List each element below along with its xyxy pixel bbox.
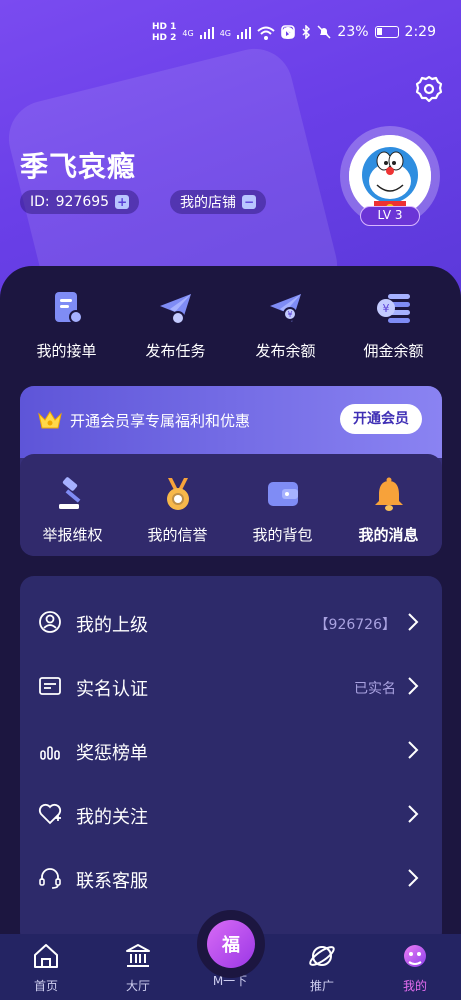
sub-action-report[interactable]: 举报维权 — [20, 476, 125, 545]
menu-row-leaderboard[interactable]: 奖惩榜单 — [20, 718, 442, 782]
headset-icon — [39, 868, 61, 889]
menu-label: 奖惩榜单 — [76, 743, 148, 764]
sub-action-label: 我的消息 — [358, 526, 419, 544]
menu-row-following[interactable]: 我的关注 — [20, 782, 442, 846]
open-vip-button[interactable]: 开通会员 — [340, 404, 422, 434]
settings-menu: 我的上级 【926726】 实名认证 已实名 奖惩榜单 我的关注 联系客服 — [20, 576, 442, 946]
sub-action-label: 我的背包 — [252, 526, 313, 544]
quick-action-publish-balance[interactable]: ¥ 发布余额 — [228, 290, 343, 370]
quick-action-label: 我的接单 — [36, 342, 97, 360]
net2-label: 4G — [219, 28, 231, 38]
fortune-bag-icon: 福 — [207, 920, 255, 968]
menu-row-superior[interactable]: 我的上级 【926726】 — [20, 590, 442, 654]
wallet-icon — [267, 482, 298, 506]
sub-action-label: 我的信誉 — [147, 526, 208, 544]
hd1-label: HD 1 — [152, 22, 177, 32]
sub-action-reputation[interactable]: 我的信誉 — [125, 476, 230, 545]
vip-promo-text: 开通会员享专属福利和优惠 — [70, 412, 251, 430]
quick-action-commission[interactable]: ¥ 佣金余额 — [336, 290, 451, 370]
planet-icon — [309, 946, 335, 966]
menu-label: 实名认证 — [76, 679, 148, 700]
level-badge: LV 3 — [360, 206, 420, 226]
coin-stack-icon: ¥ — [376, 294, 410, 323]
sub-action-backpack[interactable]: 我的背包 — [230, 476, 335, 545]
battery-percent: 23% — [337, 24, 369, 40]
menu-label: 我的上级 — [76, 615, 148, 636]
clock: 2:29 — [404, 24, 436, 40]
sub-action-messages[interactable]: 我的消息 — [336, 476, 441, 545]
nav-label: 大厅 — [125, 979, 150, 993]
quick-action-label: 发布余额 — [255, 342, 316, 360]
store-icon: − — [242, 195, 256, 209]
nav-promote[interactable]: 推广 — [287, 942, 357, 994]
bluetooth-icon — [302, 25, 311, 39]
status-right: 23% 2:29 — [281, 24, 436, 40]
settings-gear-icon[interactable] — [414, 74, 444, 104]
nav-home[interactable]: 首页 — [11, 942, 81, 994]
net1-label: 4G — [182, 28, 194, 38]
quick-action-label: 发布任务 — [145, 342, 206, 360]
nav-label: 首页 — [33, 979, 58, 993]
chevron-right-icon — [408, 869, 419, 887]
heart-plus-icon — [38, 803, 62, 825]
nav-label: 我的 — [402, 979, 427, 993]
menu-row-customer-service[interactable]: 联系客服 — [20, 846, 442, 910]
fortune-badge-text: 福 — [222, 935, 240, 956]
bar-chart-icon — [40, 746, 60, 760]
user-name: 季飞哀瘾 — [20, 150, 137, 183]
chevron-right-icon — [408, 677, 419, 695]
user-circle-icon — [39, 611, 61, 633]
wifi-icon — [257, 26, 275, 40]
cartoon-cat-avatar-icon — [349, 135, 431, 217]
hd2-label: HD 2 — [152, 33, 177, 43]
bank-icon — [126, 944, 150, 967]
user-id-pill[interactable]: ID: 927695 + — [20, 190, 140, 214]
nav-hall[interactable]: 大厅 — [103, 942, 173, 994]
copy-plus-icon[interactable]: + — [115, 195, 130, 209]
chevron-right-icon — [408, 805, 419, 823]
nfc-icon — [281, 25, 296, 39]
avatar[interactable] — [349, 135, 431, 217]
superior-id-value: 【926726】 — [314, 617, 396, 633]
store-label: 我的店铺 — [180, 195, 236, 211]
menu-label: 联系客服 — [76, 871, 148, 892]
smile-profile-icon — [404, 945, 426, 967]
quick-action-label: 佣金余额 — [363, 342, 424, 360]
home-icon — [34, 944, 58, 968]
menu-label: 我的关注 — [76, 807, 148, 828]
medal-icon — [166, 478, 189, 510]
svg-text:¥: ¥ — [287, 310, 292, 319]
gavel-icon — [58, 477, 80, 509]
nav-label: 推广 — [309, 979, 334, 993]
order-doc-icon — [54, 292, 83, 324]
id-label: ID: — [30, 194, 50, 210]
paper-plane-icon — [159, 294, 191, 325]
chevron-right-icon — [408, 741, 419, 759]
bell-icon — [374, 477, 403, 511]
svg-text:¥: ¥ — [382, 302, 389, 315]
id-card-icon — [39, 677, 61, 695]
signal-icon — [237, 27, 251, 39]
chevron-right-icon — [408, 613, 419, 631]
vip-banner[interactable]: 开通会员享专属福利和优惠 开通会员 — [20, 386, 442, 458]
crown-icon — [38, 411, 62, 429]
my-store-pill[interactable]: 我的店铺 − — [170, 190, 266, 214]
quick-action-publish-task[interactable]: 发布任务 — [118, 290, 233, 370]
center-action-button[interactable]: 福 — [197, 910, 265, 978]
paper-plane-yen-icon: ¥ — [269, 294, 301, 322]
sub-action-label: 举报维权 — [42, 526, 103, 544]
battery-icon — [374, 26, 399, 38]
signal-icon — [199, 27, 214, 39]
status-bar: HD 1 HD 2 4G 4G 23% 2:29 — [0, 20, 461, 48]
id-value: 927695 — [55, 194, 110, 210]
nav-mine[interactable]: 我的 — [380, 942, 450, 994]
menu-row-verification[interactable]: 实名认证 已实名 — [20, 654, 442, 718]
status-left: HD 1 HD 2 4G 4G — [152, 22, 295, 44]
verification-status: 已实名 — [354, 681, 396, 697]
mute-bell-icon — [317, 25, 331, 39]
quick-action-orders[interactable]: 我的接单 — [9, 290, 124, 370]
